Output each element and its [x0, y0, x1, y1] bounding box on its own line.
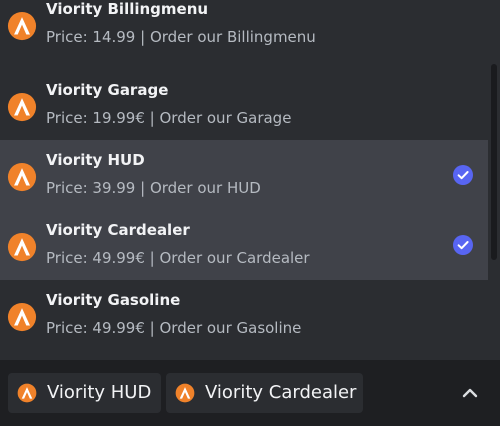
option-viority-billingmenu[interactable]: Viority Billingmenu Price: 14.99 | Order…	[0, 0, 488, 59]
option-viority-gasoline[interactable]: Viority Gasoline Price: 49.99€ | Order o…	[0, 280, 488, 350]
option-description: Price: 49.99€ | Order our Cardealer	[46, 249, 310, 267]
chip-label: Viority Cardealer	[205, 382, 357, 403]
options-list: Viority Billingmenu Price: 14.99 | Order…	[0, 0, 488, 360]
option-name: Viority Gasoline	[46, 291, 181, 309]
option-description: Price: 19.99€ | Order our Garage	[46, 109, 292, 127]
selected-chip-viority-cardealer[interactable]: Viority Cardealer	[166, 373, 363, 413]
selected-chip-viority-hud[interactable]: Viority HUD	[8, 373, 161, 413]
option-viority-garage[interactable]: Viority Garage Price: 19.99€ | Order our…	[0, 70, 488, 140]
option-description: Price: 39.99 | Order our HUD	[46, 179, 261, 197]
option-viority-cardealer[interactable]: Viority Cardealer Price: 49.99€ | Order …	[0, 210, 488, 280]
chevron-up-icon[interactable]	[459, 384, 481, 402]
viority-logo-icon	[7, 232, 37, 262]
selected-values-bar[interactable]: Viority HUD Viority Cardealer	[0, 360, 500, 426]
viority-logo-icon	[175, 383, 195, 403]
viority-logo-icon	[7, 302, 37, 332]
option-viority-hud[interactable]: Viority HUD Price: 39.99 | Order our HUD	[0, 140, 488, 210]
scrollbar-thumb[interactable]	[491, 64, 497, 260]
option-name: Viority Billingmenu	[46, 0, 209, 18]
viority-logo-icon	[7, 92, 37, 122]
option-name: Viority Cardealer	[46, 221, 190, 239]
check-circle-icon	[453, 165, 473, 185]
option-name: Viority Garage	[46, 81, 169, 99]
viority-logo-icon	[7, 162, 37, 192]
check-circle-icon	[453, 235, 473, 255]
viority-logo-icon	[7, 11, 37, 41]
chip-label: Viority HUD	[47, 382, 152, 403]
option-name: Viority HUD	[46, 151, 145, 169]
scrollbar-track[interactable]	[488, 0, 500, 360]
viority-logo-icon	[17, 383, 37, 403]
option-description: Price: 49.99€ | Order our Gasoline	[46, 319, 302, 337]
option-description: Price: 14.99 | Order our Billingmenu	[46, 28, 316, 46]
multi-select-dropdown: Viority Billingmenu Price: 14.99 | Order…	[0, 0, 500, 426]
